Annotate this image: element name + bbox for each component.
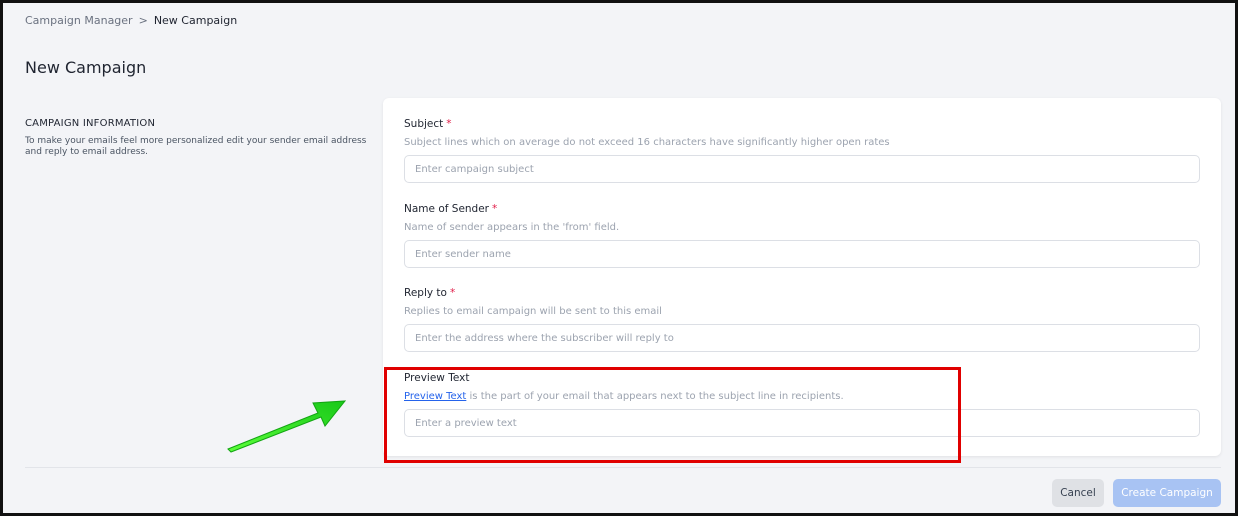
subject-label: Subject <box>404 118 444 130</box>
preview-text-field: Preview Text Preview Text is the part of… <box>404 372 1200 437</box>
green-arrow-icon <box>227 400 347 453</box>
campaign-form-card: Subject * Subject lines which on average … <box>383 98 1221 456</box>
create-campaign-button[interactable]: Create Campaign <box>1113 479 1221 507</box>
preview-text-input[interactable] <box>404 409 1200 437</box>
required-asterisk: * <box>446 118 452 130</box>
app-window: Campaign Manager > New Campaign New Camp… <box>0 0 1238 516</box>
sender-field: Name of Sender * Name of sender appears i… <box>404 203 1200 268</box>
section-description: To make your emails feel more personaliz… <box>25 136 367 157</box>
breadcrumb-current: New Campaign <box>153 14 238 27</box>
footer-divider <box>25 467 1221 468</box>
required-asterisk: * <box>492 203 498 215</box>
sender-name-input[interactable] <box>404 240 1200 268</box>
chevron-right-icon: > <box>138 14 148 27</box>
breadcrumb: Campaign Manager > New Campaign <box>25 14 237 27</box>
reply-to-field: Reply to * Replies to email campaign will… <box>404 287 1200 352</box>
subject-help: Subject lines which on average do not ex… <box>404 137 890 148</box>
reply-to-label: Reply to <box>404 287 447 299</box>
section-title: CAMPAIGN INFORMATION <box>25 118 156 129</box>
page-title: New Campaign <box>25 58 147 77</box>
preview-text-help-link[interactable]: Preview Text <box>404 391 466 402</box>
reply-to-help: Replies to email campaign will be sent t… <box>404 306 662 317</box>
required-asterisk: * <box>449 287 456 299</box>
preview-text-label: Preview Text <box>404 372 470 384</box>
sender-help: Name of sender appears in the 'from' fie… <box>404 222 620 233</box>
preview-text-help: is the part of your email that appears n… <box>466 391 844 402</box>
sender-label: Name of Sender <box>404 203 489 215</box>
reply-to-input[interactable] <box>404 324 1200 352</box>
subject-input[interactable] <box>404 155 1200 183</box>
breadcrumb-campaign-manager[interactable]: Campaign Manager <box>25 14 133 27</box>
cancel-button[interactable]: Cancel <box>1052 479 1104 507</box>
subject-field: Subject * Subject lines which on average … <box>404 118 1200 183</box>
